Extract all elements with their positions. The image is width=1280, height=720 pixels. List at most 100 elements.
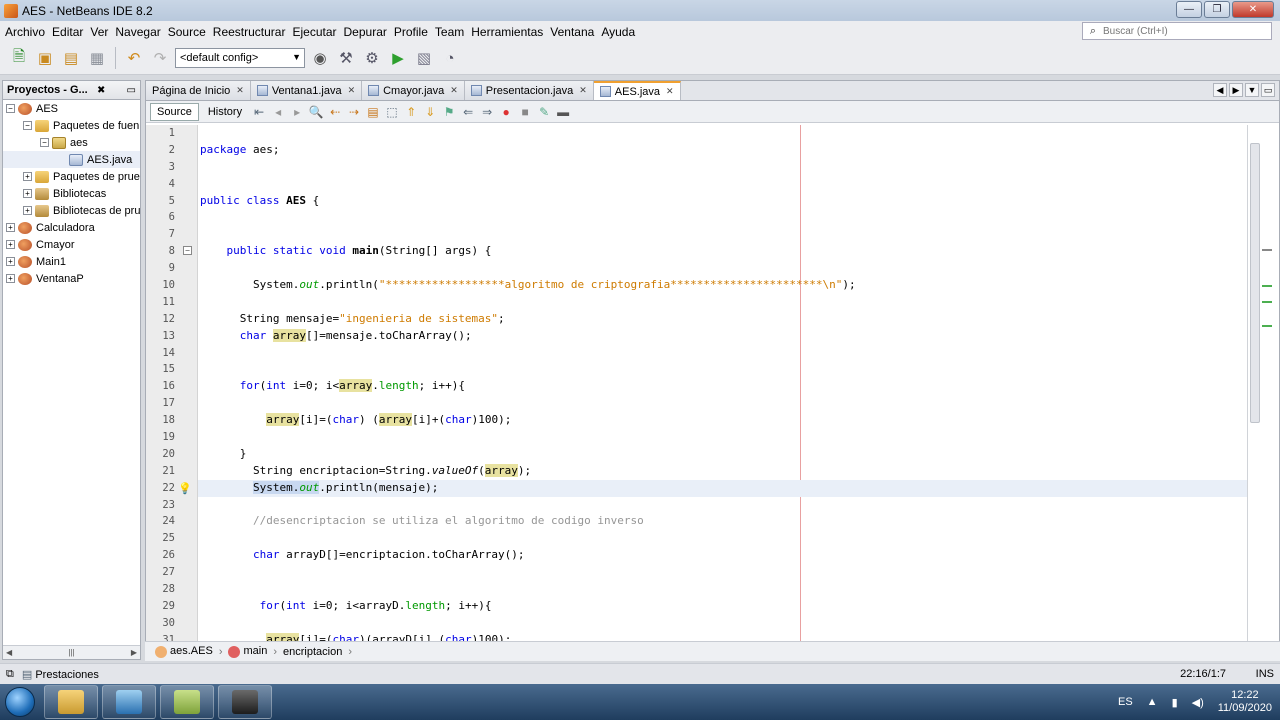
open-project-icon[interactable]: ▤: [60, 47, 82, 69]
menu-depurar[interactable]: Depurar: [341, 25, 390, 39]
scroll-thumb[interactable]: [1250, 143, 1260, 423]
tree-expander-icon[interactable]: +: [6, 274, 15, 283]
code-line[interactable]: public static void main(String[] args) {: [198, 243, 1279, 260]
line-number[interactable]: 13: [146, 328, 197, 345]
line-number[interactable]: 30: [146, 615, 197, 632]
code-line[interactable]: [198, 345, 1279, 362]
prev-bookmark-icon[interactable]: ⇑: [403, 104, 419, 120]
menu-team[interactable]: Team: [432, 25, 467, 39]
error-stripe-mark[interactable]: [1262, 325, 1272, 327]
line-number[interactable]: 24: [146, 513, 197, 530]
tree-expander-icon[interactable]: +: [6, 223, 15, 232]
source-tab[interactable]: Source: [150, 102, 199, 121]
horizontal-scrollbar[interactable]: ◀ ||| ▶: [3, 645, 140, 659]
start-button[interactable]: [0, 684, 40, 720]
line-number[interactable]: 28: [146, 581, 197, 598]
language-indicator[interactable]: ES: [1118, 696, 1133, 708]
tree-expander-icon[interactable]: +: [6, 240, 15, 249]
tree-item[interactable]: + Cmayor: [3, 236, 140, 253]
code-line[interactable]: [198, 429, 1279, 446]
line-number[interactable]: 12: [146, 311, 197, 328]
code-line[interactable]: array[i]=(char) (array[i]+(char)100);: [198, 412, 1279, 429]
volume-icon[interactable]: ◀): [1192, 696, 1204, 709]
close-tab-icon[interactable]: ✕: [666, 86, 674, 97]
line-number[interactable]: 7: [146, 226, 197, 243]
taskbar-virtualbox[interactable]: [102, 685, 156, 719]
last-edit-icon[interactable]: ⇤: [251, 104, 267, 120]
line-number[interactable]: 17: [146, 395, 197, 412]
globe-icon[interactable]: ◉: [309, 47, 331, 69]
next-bookmark-icon[interactable]: ⇓: [422, 104, 438, 120]
line-number[interactable]: 3: [146, 159, 197, 176]
code-line[interactable]: String encriptacion=String.valueOf(array…: [198, 463, 1279, 480]
start-macro-icon[interactable]: ●: [498, 104, 514, 120]
tree-expander-icon[interactable]: −: [6, 104, 15, 113]
tree-expander-icon[interactable]: +: [23, 172, 32, 181]
search-input[interactable]: ⌕ Buscar (Ctrl+I): [1082, 22, 1272, 40]
undo-icon[interactable]: ↶: [123, 47, 145, 69]
redo-icon[interactable]: ↷: [149, 47, 171, 69]
clock[interactable]: 12:22 11/09/2020: [1218, 689, 1272, 715]
code-line[interactable]: package aes;: [198, 142, 1279, 159]
scroll-thumb[interactable]: |||: [68, 648, 74, 657]
code-line[interactable]: [198, 564, 1279, 581]
comment-icon[interactable]: ✎: [536, 104, 552, 120]
code-line[interactable]: [198, 176, 1279, 193]
tray-expand-icon[interactable]: ▲: [1147, 696, 1158, 708]
code-line[interactable]: [198, 159, 1279, 176]
history-tab[interactable]: History: [202, 104, 248, 120]
find-next-icon[interactable]: ⇢: [346, 104, 362, 120]
tree-item[interactable]: AES.java: [3, 151, 140, 168]
maximize-button[interactable]: ❐: [1204, 1, 1230, 18]
line-number[interactable]: 20: [146, 446, 197, 463]
line-number[interactable]: 9: [146, 260, 197, 277]
close-tab-icon[interactable]: ✕: [579, 85, 587, 96]
minimize-icon[interactable]: ▭: [127, 85, 136, 96]
code-line[interactable]: [198, 226, 1279, 243]
tab-prev-icon[interactable]: ◀: [1213, 83, 1227, 97]
line-number[interactable]: 14: [146, 345, 197, 362]
code-line[interactable]: for(int i=0; i<array.length; i++){: [198, 378, 1279, 395]
line-number[interactable]: 1: [146, 125, 197, 142]
line-number[interactable]: 22 💡: [146, 480, 197, 497]
line-number[interactable]: 10: [146, 277, 197, 294]
close-tab-icon[interactable]: ✕: [348, 85, 356, 96]
line-number[interactable]: 27: [146, 564, 197, 581]
tree-item[interactable]: + Paquetes de prue: [3, 168, 140, 185]
line-number[interactable]: 23: [146, 497, 197, 514]
stop-macro-icon[interactable]: ■: [517, 104, 533, 120]
vertical-scrollbar[interactable]: [1247, 125, 1279, 659]
line-number[interactable]: 18: [146, 412, 197, 429]
line-number-gutter[interactable]: 1 2 3 4 5 6 7 8−9 10 11 12 13 14 15 16 17 18 19 20 21 22 💡 23 2…: [146, 125, 198, 659]
code-line[interactable]: [198, 615, 1279, 632]
network-icon[interactable]: ▮: [1172, 696, 1178, 709]
tree-item[interactable]: + VentanaP: [3, 270, 140, 287]
line-number[interactable]: 15: [146, 361, 197, 378]
find-prev-icon[interactable]: ⇠: [327, 104, 343, 120]
line-number[interactable]: 8−: [146, 243, 197, 260]
shift-left-icon[interactable]: ⇐: [460, 104, 476, 120]
breadcrumb-class[interactable]: aes.AES: [155, 645, 213, 658]
clean-build-icon[interactable]: ⚙: [361, 47, 383, 69]
tree-item[interactable]: + Bibliotecas: [3, 185, 140, 202]
breadcrumb-method[interactable]: main: [228, 645, 267, 658]
restore-window-icon[interactable]: ⧉: [6, 668, 14, 681]
code-line[interactable]: System.out.println("******************al…: [198, 277, 1279, 294]
line-number[interactable]: 6: [146, 209, 197, 226]
code-line[interactable]: [198, 294, 1279, 311]
uncomment-icon[interactable]: ▬: [555, 104, 571, 120]
toggle-highlight-icon[interactable]: ▤: [365, 104, 381, 120]
code-line[interactable]: char array[]=mensaje.toCharArray();: [198, 328, 1279, 345]
code-editor[interactable]: 1 2 3 4 5 6 7 8−9 10 11 12 13 14 15 16 17 18 19 20 21 22 💡 23 2…: [146, 125, 1279, 659]
build-hammer-icon[interactable]: ⚒: [335, 47, 357, 69]
output-tab[interactable]: ▤ Prestaciones: [22, 668, 99, 681]
profile-icon[interactable]: ◔: [439, 47, 461, 69]
new-project-icon[interactable]: ▣: [34, 47, 56, 69]
debug-icon[interactable]: ▧: [413, 47, 435, 69]
menu-ejecutar[interactable]: Ejecutar: [289, 25, 339, 39]
code-line[interactable]: //desencriptacion se utiliza el algoritm…: [198, 513, 1279, 530]
projects-panel-header[interactable]: Proyectos - G... ✖ ▭: [3, 81, 140, 100]
error-stripe-mark[interactable]: [1262, 301, 1272, 303]
line-number[interactable]: 5: [146, 193, 197, 210]
code-line[interactable]: }: [198, 446, 1279, 463]
